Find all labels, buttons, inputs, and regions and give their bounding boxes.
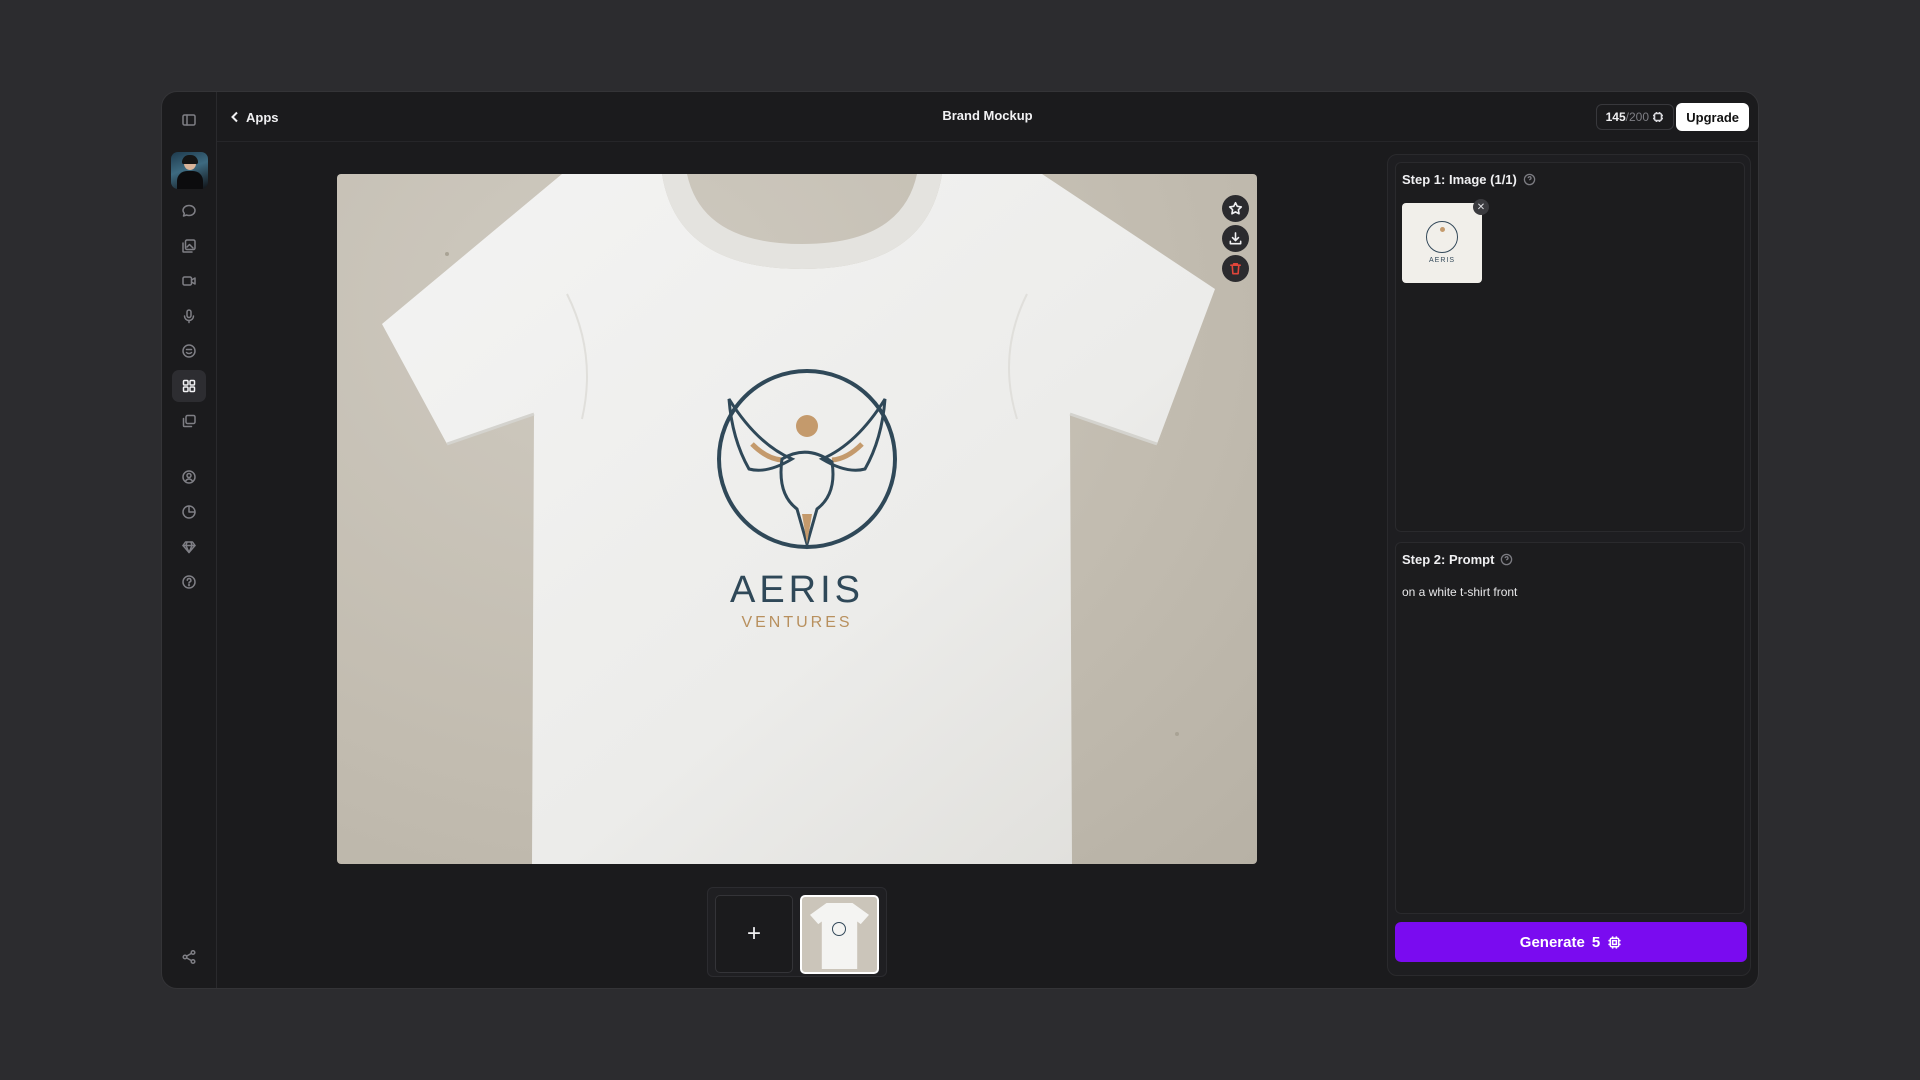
delete-button[interactable] [1222,255,1249,282]
result-thumbnail-strip: + [707,887,887,977]
close-icon: ✕ [1476,201,1486,213]
plus-icon: + [746,920,761,947]
step1-title-row: Step 1: Image (1/1) [1402,172,1536,187]
star-icon [1228,201,1243,215]
logo-title-text: AERIS [729,569,865,611]
apps-grid-icon[interactable] [172,370,206,402]
microphone-icon[interactable] [172,300,206,332]
settings-panel: Step 1: Image (1/1) AERIS ✕ Step 2: Prom… [1387,154,1751,976]
credit-chip-icon [1608,935,1621,949]
step2-prompt-section: Step 2: Prompt on a white t-shirt front [1395,542,1745,914]
credits-counter[interactable]: 145 /200 [1595,104,1674,130]
sidebar [162,92,217,988]
step2-title: Step 2: Prompt [1402,552,1495,567]
help-tooltip-icon[interactable] [1523,173,1536,186]
face-icon[interactable] [172,335,206,367]
trash-icon [1230,263,1241,275]
toggle-sidebar-icon[interactable] [172,104,206,136]
generate-cost: 5 [1591,933,1601,951]
remove-image-button[interactable]: ✕ [1473,199,1489,215]
result-thumbnail-selected[interactable] [800,895,879,974]
page-title: Brand Mockup [942,108,1033,123]
favorite-button[interactable] [1222,195,1249,222]
history-icon[interactable] [172,496,206,528]
video-icon[interactable] [172,265,206,297]
image-gallery-icon[interactable] [172,230,206,262]
upgrade-button[interactable]: Upgrade [1676,103,1749,131]
help-tooltip-icon[interactable] [1500,553,1513,566]
download-icon [1229,232,1242,245]
app-window: Apps Brand Mockup 145 /200 Upgrade AERIS… [161,91,1759,989]
share-icon[interactable] [172,941,206,973]
generate-button[interactable]: Generate 5 [1395,922,1747,962]
mockup-preview-image: AERIS VENTURES [337,174,1257,864]
chat-icon[interactable] [172,195,206,227]
credit-chip-icon [1653,112,1663,122]
step1-image-section: Step 1: Image (1/1) AERIS ✕ [1395,162,1745,532]
thumb-logo-label: AERIS [1428,257,1455,264]
logo-subtitle-text: VENTURES [741,614,853,631]
credits-max: /200 [1625,110,1649,124]
uploaded-logo-thumbnail[interactable]: AERIS [1402,203,1482,283]
diamond-icon[interactable] [172,531,206,563]
download-button[interactable] [1222,225,1249,252]
step2-title-row: Step 2: Prompt [1402,552,1513,567]
layers-icon[interactable] [172,405,206,437]
top-bar: Apps Brand Mockup 145 /200 Upgrade [217,92,1758,142]
tshirt-mockup-graphic [382,174,1215,864]
add-generation-button[interactable]: + [715,895,793,973]
help-icon[interactable] [172,566,206,598]
step1-title: Step 1: Image (1/1) [1402,172,1517,187]
user-circle-icon[interactable] [172,461,206,493]
prompt-input[interactable]: on a white t-shirt front [1402,585,1517,599]
generate-label: Generate [1519,933,1585,951]
credits-used: 145 [1605,110,1626,124]
avatar[interactable] [171,152,208,189]
